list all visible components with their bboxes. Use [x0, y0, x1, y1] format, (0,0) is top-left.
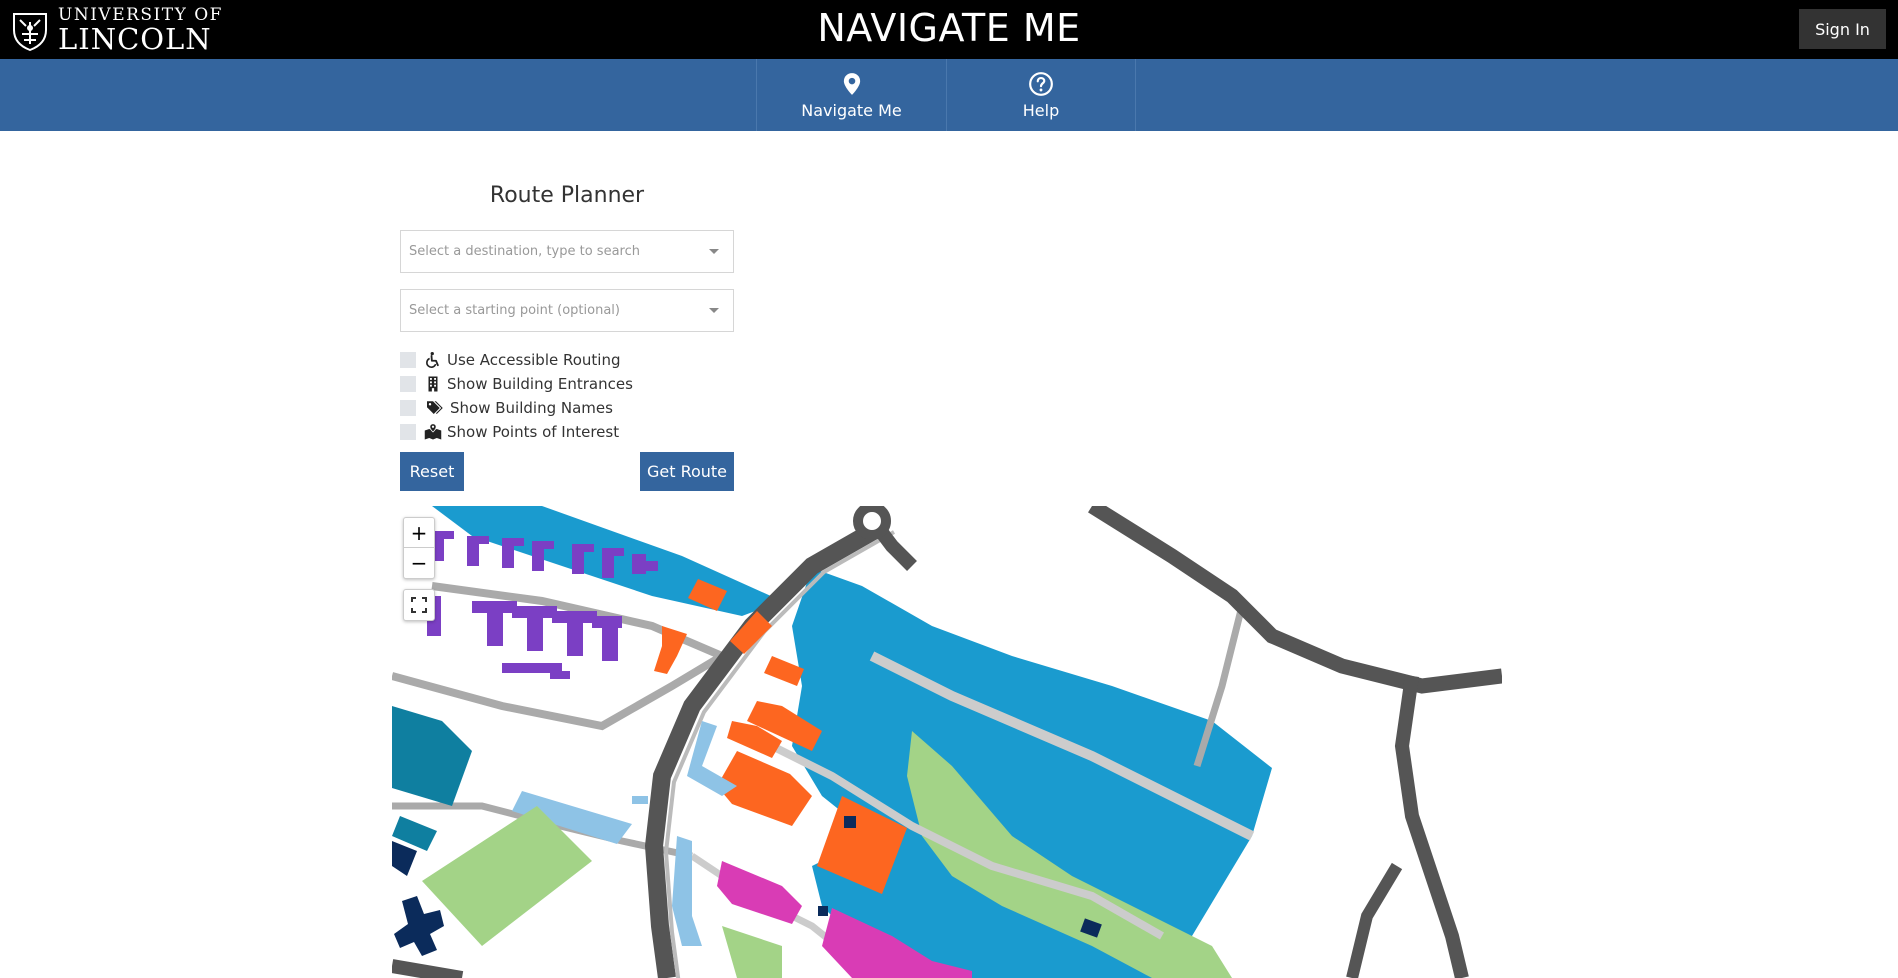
starting-point-placeholder: Select a starting point (optional)	[409, 303, 620, 318]
road-sw	[392, 959, 464, 978]
points-of-interest-label: Show Points of Interest	[447, 423, 620, 441]
accessible-routing-checkbox[interactable]	[400, 352, 416, 368]
get-route-button[interactable]: Get Route	[640, 452, 734, 491]
starting-point-select[interactable]: Select a starting point (optional)	[400, 289, 734, 332]
nav-item-help[interactable]: Help	[946, 59, 1136, 131]
building-names-checkbox[interactable]	[400, 400, 416, 416]
points-of-interest-checkbox[interactable]	[400, 424, 416, 440]
zoom-out-button[interactable]: −	[404, 548, 434, 578]
tags-icon	[427, 401, 443, 414]
map-canvas[interactable]	[392, 506, 1502, 978]
road-northeast	[1088, 506, 1502, 694]
crest-icon	[13, 13, 47, 52]
zoom-control: + −	[403, 517, 435, 579]
option-building-names: Show Building Names	[400, 398, 613, 418]
building-entrances-label: Show Building Entrances	[447, 375, 633, 393]
destination-placeholder: Select a destination, type to search	[409, 244, 640, 259]
grass-south	[722, 926, 782, 978]
logo-line-2: LINCOLN	[58, 21, 212, 56]
zoom-in-button[interactable]: +	[404, 518, 434, 548]
chevron-down-icon	[709, 249, 719, 254]
nav-item-label: Help	[1022, 100, 1060, 120]
nav-item-navigate-me[interactable]: Navigate Me	[756, 59, 946, 131]
building-names-label: Show Building Names	[450, 399, 613, 417]
chevron-down-icon	[709, 308, 719, 313]
roundabout	[853, 506, 891, 540]
teal-buildings	[392, 706, 472, 851]
route-planner-title: Route Planner	[489, 183, 645, 208]
fullscreen-icon	[411, 597, 427, 613]
main-nav: Navigate Me Help	[0, 59, 1898, 131]
road-east-vertical	[1394, 675, 1469, 978]
question-circle-icon	[1029, 71, 1053, 96]
option-accessible-routing: Use Accessible Routing	[400, 350, 621, 370]
nav-item-label: Navigate Me	[801, 100, 902, 120]
accessible-routing-label: Use Accessible Routing	[447, 351, 621, 369]
top-bar: UNIVERSITY OF LINCOLN NAVIGATE ME Sign I…	[0, 0, 1898, 59]
reset-button[interactable]: Reset	[400, 452, 464, 491]
fullscreen-button[interactable]	[403, 589, 435, 621]
wheelchair-icon	[426, 351, 439, 368]
map-pin-icon	[843, 72, 860, 95]
building-entrances-checkbox[interactable]	[400, 376, 416, 392]
destination-select[interactable]: Select a destination, type to search	[400, 230, 734, 273]
map-marked-icon	[424, 423, 442, 440]
option-building-entrances: Show Building Entrances	[400, 374, 633, 394]
road-southeast	[1346, 862, 1403, 978]
campus-map[interactable]: + −	[392, 506, 1502, 978]
logo-line-1: UNIVERSITY OF	[58, 4, 223, 25]
building-icon	[428, 376, 438, 392]
university-logo[interactable]: UNIVERSITY OF LINCOLN	[8, 4, 223, 56]
sign-in-button[interactable]: Sign In	[1799, 9, 1886, 49]
app-title: NAVIGATE ME	[817, 6, 1081, 50]
option-points-of-interest: Show Points of Interest	[400, 422, 619, 442]
